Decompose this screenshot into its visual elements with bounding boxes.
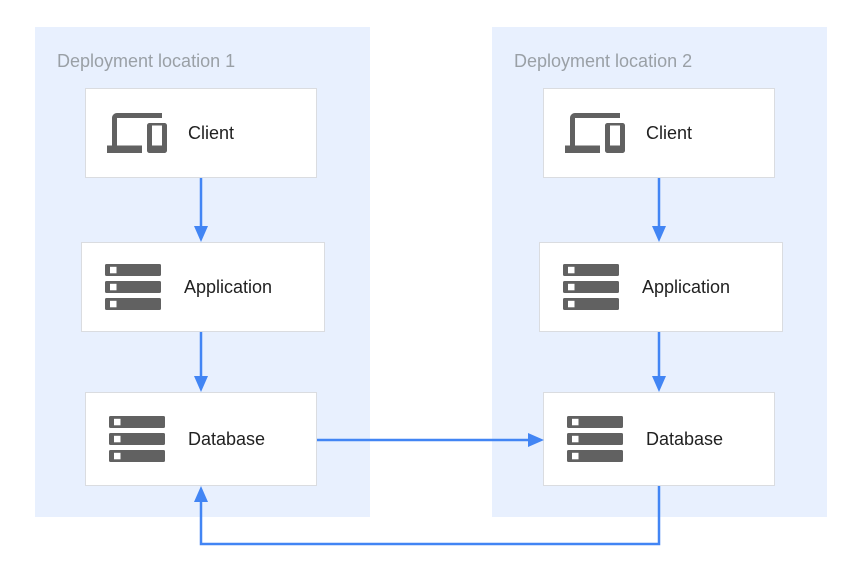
node-client-2: Client — [543, 88, 775, 178]
storage-icon — [102, 264, 164, 310]
storage-icon — [106, 416, 168, 462]
node-database-1-label: Database — [188, 429, 265, 450]
node-client-1-label: Client — [188, 123, 234, 144]
devices-icon — [564, 103, 626, 163]
node-application-2-label: Application — [642, 277, 730, 298]
node-database-2: Database — [543, 392, 775, 486]
node-client-1: Client — [85, 88, 317, 178]
deployment-location-2-title: Deployment location 2 — [514, 51, 692, 72]
node-client-2-label: Client — [646, 123, 692, 144]
node-database-2-label: Database — [646, 429, 723, 450]
node-database-1: Database — [85, 392, 317, 486]
architecture-diagram: Deployment location 1 Deployment locatio… — [0, 0, 862, 574]
devices-icon — [106, 103, 168, 163]
storage-icon — [564, 416, 626, 462]
storage-icon — [560, 264, 622, 310]
deployment-location-1-title: Deployment location 1 — [57, 51, 235, 72]
node-application-1-label: Application — [184, 277, 272, 298]
node-application-2: Application — [539, 242, 783, 332]
node-application-1: Application — [81, 242, 325, 332]
